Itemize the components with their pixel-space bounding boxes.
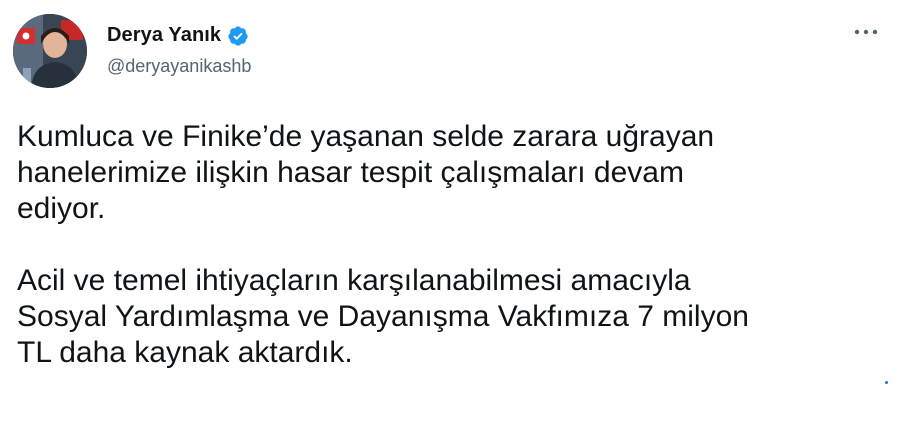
verified-badge-icon xyxy=(227,25,249,47)
author-handle[interactable]: @deryayanikashb xyxy=(107,56,251,77)
author-display-name[interactable]: Derya Yanık xyxy=(107,24,221,47)
tweet-paragraph-1: Kumluca ve Finike’de yaşanan selde zarar… xyxy=(17,120,715,225)
tweet-paragraph-2: Acil ve temel ihtiyaçların karşılanabilm… xyxy=(17,264,749,369)
tweet-card: Derya Yanık @deryayanikashb Kumluca ve F… xyxy=(0,0,900,423)
profile-photo-icon xyxy=(13,14,87,88)
author-avatar[interactable] xyxy=(13,14,87,88)
decorative-dot xyxy=(885,381,888,384)
more-options-button[interactable] xyxy=(850,20,882,44)
author-name-row[interactable]: Derya Yanık xyxy=(107,24,249,47)
more-options-icon xyxy=(854,29,878,35)
tweet-text: Kumluca ve Finike’de yaşanan selde zarar… xyxy=(17,119,887,371)
